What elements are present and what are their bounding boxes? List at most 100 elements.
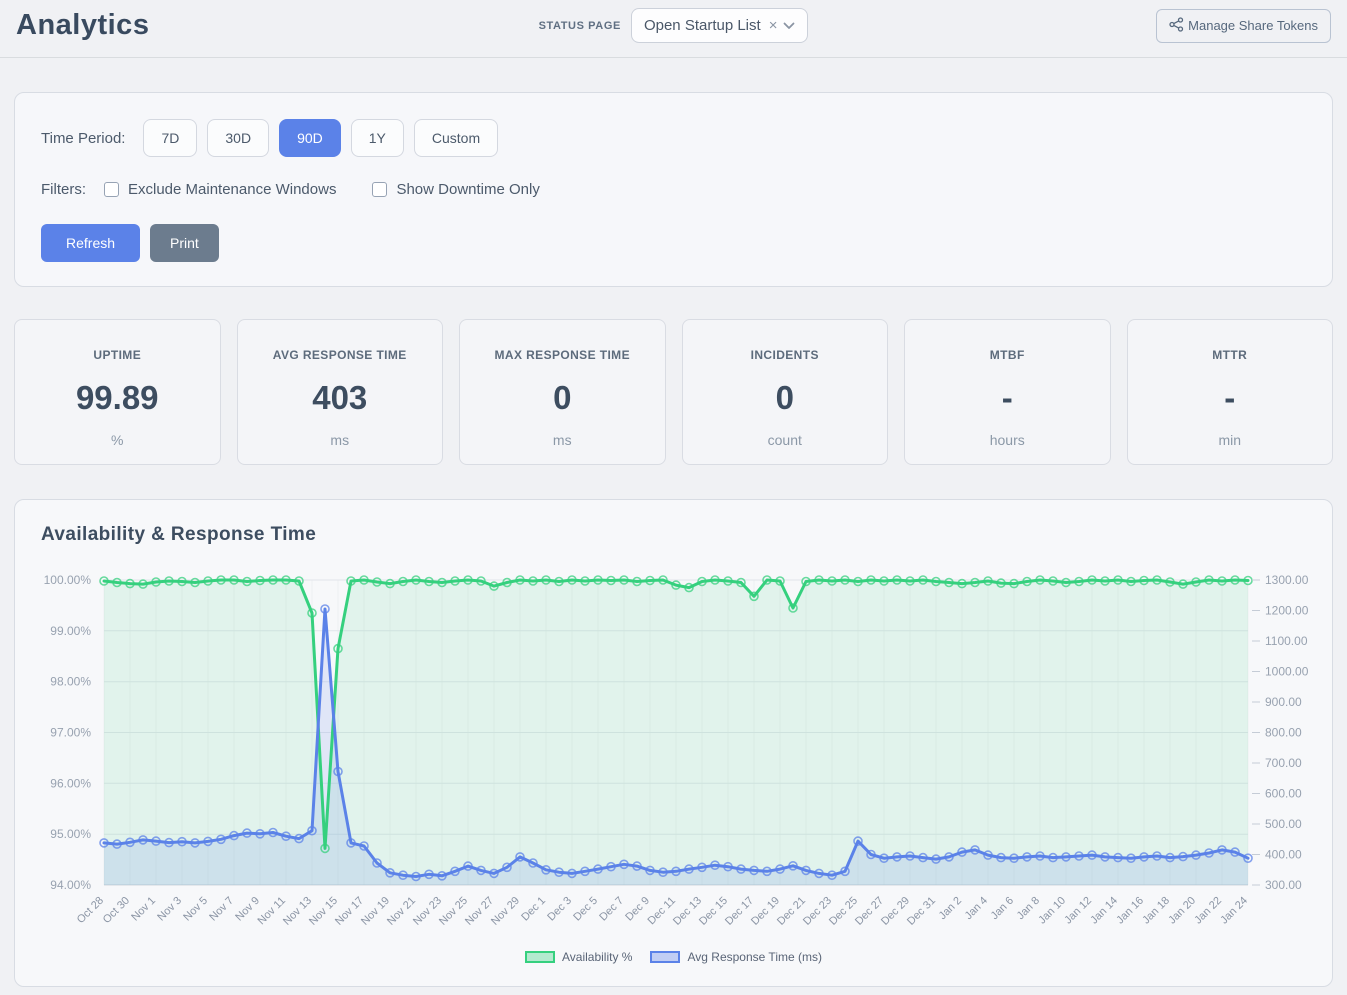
legend-swatch-icon [525, 951, 555, 963]
svg-text:700.00: 700.00 [1265, 756, 1302, 770]
svg-text:Dec 7: Dec 7 [597, 895, 626, 924]
svg-text:Jan 2: Jan 2 [937, 895, 965, 923]
filters-label: Filters: [41, 181, 86, 198]
svg-text:Nov 1: Nov 1 [129, 895, 158, 924]
filter-checkbox-1[interactable]: Show Downtime Only [372, 181, 539, 198]
legend-label: Avg Response Time (ms) [687, 950, 822, 964]
stat-label: MAX RESPONSE TIME [468, 348, 657, 362]
svg-text:Dec 5: Dec 5 [571, 895, 600, 924]
stat-unit: count [691, 432, 880, 448]
svg-text:99.00%: 99.00% [50, 624, 91, 638]
stat-label: MTTR [1136, 348, 1325, 362]
chevron-down-icon [783, 17, 795, 34]
stat-unit: % [23, 432, 212, 448]
chart-legend: Availability % Avg Response Time (ms) [15, 950, 1332, 964]
svg-text:1000.00: 1000.00 [1265, 665, 1309, 679]
svg-text:94.00%: 94.00% [50, 878, 91, 892]
stat-value: - [913, 379, 1102, 417]
header: Analytics STATUS PAGE Open Startup List … [0, 0, 1347, 58]
checkbox-icon[interactable] [104, 182, 119, 197]
status-page-label: STATUS PAGE [539, 20, 621, 32]
time-period-button-group: 7D 30D 90D 1Y Custom [143, 119, 498, 157]
svg-text:95.00%: 95.00% [50, 827, 91, 841]
page-title: Analytics [16, 9, 149, 41]
stat-label: MTBF [913, 348, 1102, 362]
filters-panel: Time Period: 7D 30D 90D 1Y Custom Filters: E… [14, 92, 1333, 287]
svg-text:98.00%: 98.00% [50, 675, 91, 689]
stat-card-incidents: INCIDENTS 0 count [682, 319, 889, 465]
stat-label: AVG RESPONSE TIME [246, 348, 435, 362]
period-button-30d[interactable]: 30D [207, 119, 269, 157]
manage-share-tokens-label: Manage Share Tokens [1188, 18, 1318, 33]
svg-text:800.00: 800.00 [1265, 726, 1302, 740]
print-button[interactable]: Print [150, 224, 219, 262]
stat-unit: ms [468, 432, 657, 448]
stat-card-max-response-time: MAX RESPONSE TIME 0 ms [459, 319, 666, 465]
stat-label: INCIDENTS [691, 348, 880, 362]
svg-text:300.00: 300.00 [1265, 878, 1302, 892]
svg-text:Jan 18: Jan 18 [1140, 895, 1172, 927]
checkbox-label: Show Downtime Only [396, 181, 539, 198]
stat-unit: min [1136, 432, 1325, 448]
svg-text:Jan 20: Jan 20 [1166, 895, 1198, 927]
share-icon [1169, 17, 1184, 35]
period-button-1y[interactable]: 1Y [351, 119, 404, 157]
availability-chart-svg: 100.00% 99.00% 98.00% 97.00% 96.00% 95.00% 94.… [15, 500, 1332, 940]
svg-text:Dec 1: Dec 1 [519, 895, 548, 924]
svg-text:Nov 7: Nov 7 [207, 895, 236, 924]
stat-unit: ms [246, 432, 435, 448]
svg-text:400.00: 400.00 [1265, 848, 1302, 862]
stat-unit: hours [913, 432, 1102, 448]
stat-value: 0 [691, 379, 880, 417]
stat-card-mtbf: MTBF - hours [904, 319, 1111, 465]
stat-label: UPTIME [23, 348, 212, 362]
checkbox-label: Exclude Maintenance Windows [128, 181, 336, 198]
svg-text:100.00%: 100.00% [44, 573, 92, 587]
svg-text:Nov 3: Nov 3 [155, 895, 184, 924]
legend-label: Availability % [562, 950, 632, 964]
legend-item-response-time[interactable]: Avg Response Time (ms) [650, 950, 822, 964]
svg-text:97.00%: 97.00% [50, 726, 91, 740]
svg-text:900.00: 900.00 [1265, 695, 1302, 709]
status-page-selected-value: Open Startup List [644, 17, 761, 34]
stat-value: 0 [468, 379, 657, 417]
svg-text:Oct 30: Oct 30 [101, 895, 132, 926]
svg-text:Nov 29: Nov 29 [489, 895, 522, 928]
status-page-select[interactable]: Open Startup List × [631, 8, 809, 43]
svg-text:Dec 31: Dec 31 [905, 895, 938, 928]
svg-text:Jan 12: Jan 12 [1062, 895, 1094, 927]
availability-chart-panel: Availability & Response Time 100.00%99.0… [14, 499, 1333, 987]
stat-card-mttr: MTTR-min [1127, 319, 1334, 465]
svg-text:1200.00: 1200.00 [1265, 604, 1309, 618]
svg-text:Nov 5: Nov 5 [181, 895, 210, 924]
stat-value: 403 [246, 379, 435, 417]
svg-text:Jan 16: Jan 16 [1114, 895, 1146, 927]
svg-text:1100.00: 1100.00 [1265, 634, 1308, 648]
time-period-label: Time Period: [41, 130, 125, 147]
stat-card-avg-response-time: AVG RESPONSE TIME 403 ms [237, 319, 444, 465]
svg-text:Dec 3: Dec 3 [545, 895, 574, 924]
stat-card-uptime: UPTIME 99.89% [14, 319, 221, 465]
svg-text:1300.00: 1300.00 [1265, 573, 1309, 587]
svg-text:Jan 22: Jan 22 [1192, 895, 1224, 927]
filter-checkbox-0[interactable]: Exclude Maintenance Windows [104, 181, 336, 198]
filter-checkbox-group: Exclude Maintenance Windows Show Downtime… [104, 181, 576, 198]
legend-item-availability[interactable]: Availability % [525, 950, 632, 964]
svg-text:600.00: 600.00 [1265, 787, 1302, 801]
period-button-90d[interactable]: 90D [279, 119, 341, 157]
svg-text:500.00: 500.00 [1265, 817, 1302, 831]
stats-row: UPTIME99.89%AVG RESPONSE TIME403msMAX RE… [14, 319, 1333, 465]
svg-text:Jan 6: Jan 6 [989, 895, 1017, 923]
period-button-custom[interactable]: Custom [414, 119, 498, 157]
svg-text:Jan 14: Jan 14 [1088, 895, 1120, 927]
refresh-button[interactable]: Refresh [41, 224, 140, 262]
svg-text:Jan 4: Jan 4 [963, 895, 991, 923]
manage-share-tokens-button[interactable]: Manage Share Tokens [1156, 9, 1331, 43]
svg-text:96.00%: 96.00% [50, 776, 91, 790]
legend-swatch-icon [650, 951, 680, 963]
stat-value: 99.89 [23, 379, 212, 417]
clear-selection-icon[interactable]: × [769, 17, 778, 34]
checkbox-icon[interactable] [372, 182, 387, 197]
svg-text:Jan 24: Jan 24 [1218, 895, 1250, 927]
period-button-7d[interactable]: 7D [143, 119, 197, 157]
